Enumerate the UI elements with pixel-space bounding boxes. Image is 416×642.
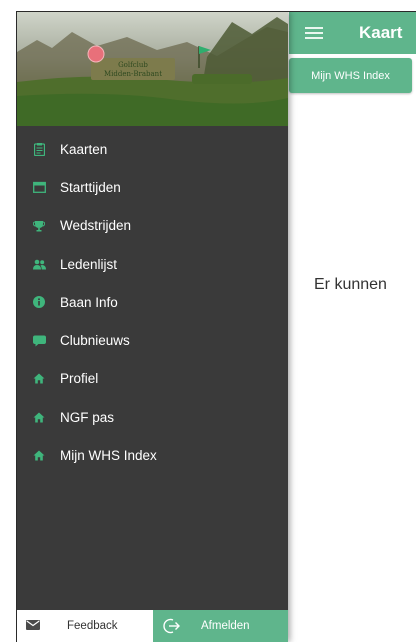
- sidebar-item-label: Profiel: [60, 371, 99, 387]
- mail-icon: [26, 620, 40, 633]
- scorecard-icon: [32, 142, 46, 156]
- page-title: Kaart: [359, 23, 403, 42]
- sidebar-item-clubnieuws[interactable]: Clubnieuws: [17, 321, 288, 359]
- calendar-icon: [32, 180, 46, 194]
- logout-button[interactable]: Afmelden: [153, 610, 288, 642]
- whs-index-tab[interactable]: Mijn WHS Index: [289, 58, 412, 93]
- app-window: Kaart Mijn WHS Index Er kunnen Golfclub …: [16, 11, 416, 642]
- sidebar-item-label: Mijn WHS Index: [60, 448, 157, 464]
- logout-label: Afmelden: [201, 620, 250, 632]
- home-icon: [32, 410, 46, 424]
- empty-message: Er kunnen: [314, 276, 387, 293]
- sidebar-item-wedstrijden[interactable]: Wedstrijden: [17, 207, 288, 245]
- feedback-label: Feedback: [67, 620, 118, 632]
- drawer-menu: Kaarten Starttijden Wedstrijden Ledenlij…: [17, 130, 288, 475]
- sidebar-item-label: Clubnieuws: [60, 333, 130, 349]
- sidebar-item-ledenlijst[interactable]: Ledenlijst: [17, 245, 288, 283]
- sidebar-item-label: Wedstrijden: [60, 218, 132, 234]
- sidebar-item-baan-info[interactable]: Baan Info: [17, 283, 288, 321]
- drawer-header-image: Golfclub Midden-Brabant: [17, 12, 288, 126]
- trophy-icon: [32, 219, 46, 233]
- sidebar-item-label: NGF pas: [60, 409, 115, 425]
- sidebar-item-profiel[interactable]: Profiel: [17, 360, 288, 398]
- logout-icon: [163, 617, 181, 638]
- home-icon: [32, 372, 46, 386]
- sidebar-item-label: Ledenlijst: [60, 256, 118, 272]
- info-icon: [32, 295, 46, 309]
- sign-text-2: Midden-Brabant: [104, 70, 162, 78]
- people-icon: [32, 257, 46, 271]
- sign-text-1: Golfclub: [118, 61, 148, 69]
- sidebar-item-starttijden[interactable]: Starttijden: [17, 168, 288, 206]
- home-icon: [32, 449, 46, 463]
- drawer-footer: Feedback Afmelden: [17, 610, 288, 642]
- sidebar-item-label: Starttijden: [60, 179, 121, 195]
- feedback-button[interactable]: Feedback: [17, 610, 153, 642]
- sidebar-item-ngf-pas[interactable]: NGF pas: [17, 398, 288, 436]
- sidebar-item-label: Baan Info: [60, 294, 118, 310]
- navigation-drawer: Golfclub Midden-Brabant Kaarten Starttij…: [17, 12, 288, 642]
- chat-icon: [32, 334, 46, 348]
- hamburger-icon[interactable]: [305, 27, 323, 39]
- sidebar-item-mijn-whs-index[interactable]: Mijn WHS Index: [17, 436, 288, 474]
- sidebar-item-kaarten[interactable]: Kaarten: [17, 130, 288, 168]
- app-bar: Kaart: [289, 12, 416, 54]
- sidebar-item-label: Kaarten: [60, 141, 108, 157]
